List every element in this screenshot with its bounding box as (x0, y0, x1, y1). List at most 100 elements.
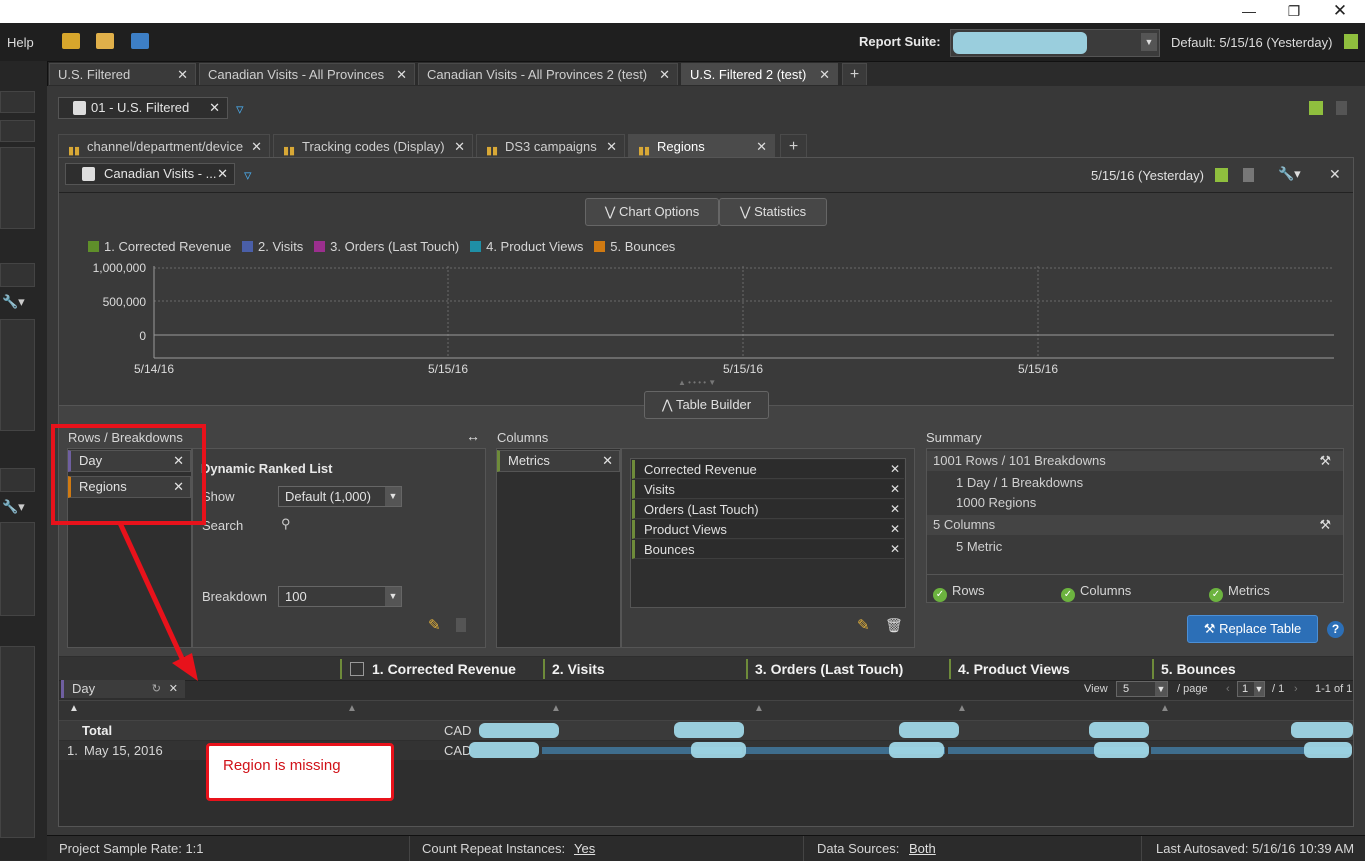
wrench-icon[interactable]: 🔧▾ (2, 499, 25, 515)
close-icon[interactable]: ✕ (819, 64, 830, 86)
column-header[interactable]: 5. Bounces (1152, 659, 1236, 679)
legend-item[interactable]: 5. Bounces (594, 239, 675, 254)
metric-item[interactable]: Corrected Revenue ✕ (632, 460, 904, 479)
metric-item[interactable]: Product Views ✕ (632, 520, 904, 539)
legend-item[interactable]: 2. Visits (242, 239, 303, 254)
sort-icon[interactable]: ▲ (69, 703, 79, 714)
sidebar-list[interactable] (0, 646, 35, 838)
metric-item[interactable]: Visits ✕ (632, 480, 904, 499)
open-folder-icon[interactable] (96, 33, 114, 49)
close-icon[interactable]: ✕ (1329, 166, 1341, 183)
sources-link[interactable]: Both (909, 841, 936, 856)
add-subtab-button[interactable]: + (780, 134, 807, 157)
tab-canadian-visits[interactable]: Canadian Visits - All Provinces ✕ (199, 63, 415, 85)
expand-arrows-icon[interactable]: ↔ (466, 428, 480, 444)
legend-item[interactable]: 1. Corrected Revenue (88, 239, 231, 254)
column-header[interactable]: 3. Orders (Last Touch) (746, 659, 903, 679)
menu-help[interactable]: Help (7, 35, 34, 50)
resize-handle[interactable]: ▲ • • • • ▼ (678, 378, 716, 387)
metric-item[interactable]: Orders (Last Touch) ✕ (632, 500, 904, 519)
trash-icon[interactable]: 🗑 (885, 617, 903, 634)
sort-icon[interactable]: ▲ (347, 703, 357, 714)
columns-dropzone[interactable] (496, 448, 621, 648)
close-icon[interactable]: ✕ (209, 98, 220, 118)
close-icon[interactable]: ✕ (606, 135, 617, 158)
segment-chip[interactable]: 01 - U.S. Filtered ✕ (58, 97, 228, 119)
close-icon[interactable]: ✕ (217, 164, 228, 184)
sort-icon[interactable]: ▲ (754, 703, 764, 714)
search-icon[interactable]: ⚲ (281, 516, 291, 532)
restore-icon[interactable]: ❐ (1282, 1, 1306, 21)
pencil-icon[interactable]: ✎ (428, 616, 441, 634)
metric-item[interactable]: Bounces ✕ (632, 540, 904, 559)
column-header[interactable]: 4. Product Views (949, 659, 1070, 679)
close-icon[interactable]: ✕ (890, 500, 900, 519)
sidebar-field[interactable] (0, 91, 35, 113)
statistics-button[interactable]: ⋁ Statistics (719, 198, 827, 226)
filter-icon[interactable]: ▿ (236, 100, 244, 118)
minimize-icon[interactable]: — (1237, 1, 1261, 21)
wrench-icon[interactable]: 🔧▾ (2, 294, 25, 310)
repeat-link[interactable]: Yes (574, 841, 595, 856)
sidebar-list[interactable] (0, 147, 35, 229)
filter-icon[interactable]: ▿ (244, 166, 252, 184)
show-select[interactable]: Default (1,000) ▼ (278, 486, 402, 507)
hammer-icon[interactable]: ⚒ (1319, 515, 1331, 535)
chart-options-button[interactable]: ⋁ Chart Options (585, 198, 719, 226)
panel-date[interactable]: 5/15/16 (Yesterday) (1091, 168, 1204, 183)
table-row-total[interactable]: Total CAD (59, 721, 1353, 740)
close-icon[interactable]: ✕ (890, 460, 900, 479)
close-icon[interactable]: ✕ (177, 64, 188, 86)
subtab-channel[interactable]: ▮▮ channel/department/device ✕ (58, 134, 270, 157)
sort-icon[interactable]: ▲ (957, 703, 967, 714)
hammer-icon[interactable]: ⚒ (1319, 451, 1331, 471)
sort-icon[interactable]: ▲ (551, 703, 561, 714)
trash-icon[interactable] (1243, 168, 1254, 182)
legend-item[interactable]: 4. Product Views (470, 239, 583, 254)
column-header[interactable]: 1. Corrected Revenue (340, 659, 516, 679)
table-builder-button[interactable]: ⋀ Table Builder (644, 391, 769, 419)
wrench-icon[interactable]: 🔧▾ (1278, 166, 1301, 182)
close-icon[interactable]: ✕ (454, 135, 465, 158)
close-icon[interactable]: ✕ (251, 135, 262, 158)
replace-table-button[interactable]: ⚒ Replace Table (1187, 615, 1318, 643)
save-icon[interactable] (131, 33, 149, 49)
sidebar-list[interactable] (0, 522, 35, 616)
sidebar-field[interactable] (0, 263, 35, 287)
next-page-icon[interactable]: › (1294, 683, 1298, 695)
column-header[interactable]: 2. Visits (543, 659, 605, 679)
tab-us-filtered[interactable]: U.S. Filtered ✕ (49, 63, 196, 85)
chevron-down-icon[interactable]: ▼ (1141, 33, 1157, 51)
tab-us-filtered-2[interactable]: U.S. Filtered 2 (test) ✕ (681, 63, 838, 85)
metrics-chip[interactable]: Metrics ✕ (497, 450, 620, 472)
close-icon[interactable]: ✕ (396, 64, 407, 86)
legend-item[interactable]: 3. Orders (Last Touch) (314, 239, 459, 254)
new-report-icon[interactable] (62, 33, 80, 49)
tab-canadian-visits-2[interactable]: Canadian Visits - All Provinces 2 (test)… (418, 63, 678, 85)
add-tab-button[interactable]: + (842, 63, 867, 85)
close-icon[interactable]: ✕ (756, 135, 767, 158)
sidebar-field[interactable] (0, 468, 35, 492)
close-icon[interactable]: ✕ (890, 520, 900, 539)
subtab-ds3[interactable]: ▮▮ DS3 campaigns ✕ (476, 134, 625, 157)
subtab-regions[interactable]: ▮▮ Regions ✕ (628, 134, 775, 157)
help-icon[interactable]: ? (1327, 621, 1344, 638)
breakdown-select[interactable]: 100 ▼ (278, 586, 402, 607)
calendar-icon[interactable] (1309, 101, 1323, 115)
subtab-tracking-codes[interactable]: ▮▮ Tracking codes (Display) ✕ (273, 134, 473, 157)
panel-segment-chip[interactable]: Canadian Visits - ... ✕ (65, 163, 235, 185)
calendar-icon[interactable] (1344, 34, 1358, 49)
pencil-icon[interactable]: ✎ (857, 616, 870, 634)
sidebar-select[interactable] (0, 120, 35, 142)
close-icon[interactable]: ✕ (890, 540, 900, 559)
sidebar-list[interactable] (0, 319, 35, 431)
trash-icon[interactable] (1336, 101, 1347, 115)
close-icon[interactable]: ✕ (890, 480, 900, 499)
trash-icon[interactable] (456, 618, 466, 632)
view-select[interactable]: 5 ▼ (1116, 681, 1168, 697)
close-icon[interactable]: ✕ (659, 64, 670, 86)
page-select[interactable]: 1 ▼ (1237, 681, 1265, 697)
calendar-icon[interactable] (1215, 168, 1228, 182)
prev-page-icon[interactable]: ‹ (1226, 683, 1230, 695)
close-icon[interactable]: ✕ (602, 451, 613, 471)
